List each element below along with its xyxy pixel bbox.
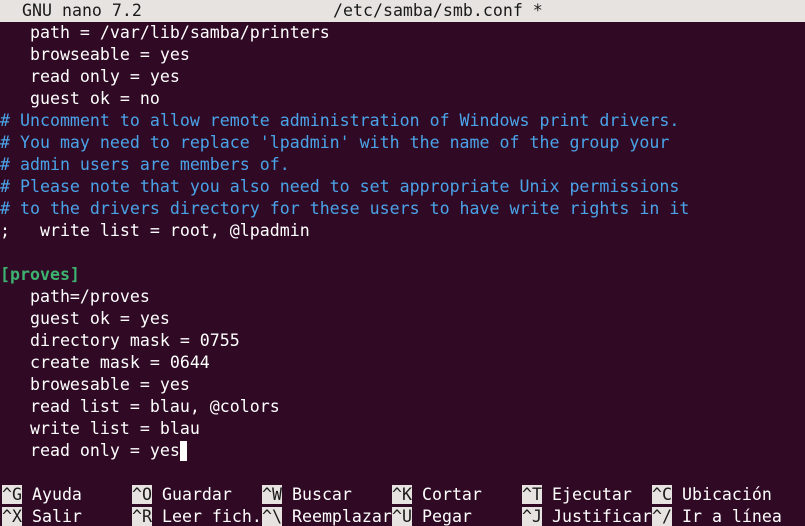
shortcut-bar: ^G Ayuda ^O Guardar ^W Buscar ^K Cortar ^T E… [0, 484, 805, 526]
line-text: [proves] [0, 265, 80, 284]
app-version: GNU nano 7.2 [22, 1, 142, 20]
comment-line[interactable]: # You may need to replace 'lpadmin' with… [0, 132, 805, 154]
shortcut-key: ^\ [262, 507, 282, 526]
config-line[interactable]: ; write list = root, @lpadmin [0, 220, 805, 242]
shortcut-row-2: ^X Salir ^R Leer fich. ^\ Reemplazar ^U Peg… [0, 506, 805, 526]
shortcut-key: ^O [132, 485, 152, 504]
shortcut-label: Ubicación [671, 485, 772, 504]
shortcut-row2-2[interactable]: ^\ Reemplazar [262, 506, 392, 526]
line-text: # Uncomment to allow remote administrati… [0, 111, 680, 130]
shortcut-row1-0[interactable]: ^G Ayuda [2, 484, 82, 506]
comment-line[interactable]: # to the drivers directory for these use… [0, 198, 805, 220]
config-line[interactable]: create mask = 0644 [0, 352, 805, 374]
shortcut-row1-4[interactable]: ^T Ejecutar [522, 484, 632, 506]
shortcut-key: ^K [392, 485, 412, 504]
config-line[interactable]: path = /var/lib/samba/printers [0, 22, 805, 44]
shortcut-label: Salir [21, 507, 82, 526]
line-text: path=/proves [0, 287, 150, 306]
line-text: # You may need to replace 'lpadmin' with… [0, 133, 670, 152]
shortcut-row2-1[interactable]: ^R Leer fich. [132, 506, 262, 526]
config-line[interactable]: guest ok = yes [0, 308, 805, 330]
shortcut-label: Buscar [281, 485, 352, 504]
editor-area[interactable]: path = /var/lib/samba/printers browseabl… [0, 22, 805, 462]
config-line[interactable]: browseable = yes [0, 44, 805, 66]
shortcut-key: ^W [262, 485, 282, 504]
shortcut-label: Ayuda [21, 485, 82, 504]
title-bar: GNU nano 7.2 /etc/samba/smb.conf * [0, 0, 805, 22]
line-text: guest ok = yes [0, 309, 170, 328]
line-text: read only = yes [0, 67, 180, 86]
shortcut-key: ^C [652, 485, 672, 504]
shortcut-label: Ir a línea [671, 507, 782, 526]
line-text: # Please note that you also need to set … [0, 177, 680, 196]
shortcut-label: Justificar [541, 507, 652, 526]
config-line[interactable]: directory mask = 0755 [0, 330, 805, 352]
shortcut-label: Guardar [151, 485, 232, 504]
shortcut-key: ^T [522, 485, 542, 504]
shortcut-label: Reemplazar [281, 507, 392, 526]
shortcut-row2-5[interactable]: ^/ Ir a línea [652, 506, 782, 526]
shortcut-key: ^J [522, 507, 542, 526]
shortcut-key: ^U [392, 507, 412, 526]
shortcut-row2-0[interactable]: ^X Salir [2, 506, 82, 526]
line-text: create mask = 0644 [0, 353, 210, 372]
line-text: read list = blau, @colors [0, 397, 280, 416]
line-text: guest ok = no [0, 89, 160, 108]
shortcut-key: ^/ [652, 507, 672, 526]
config-line[interactable]: read only = yes [0, 440, 805, 462]
config-line[interactable]: path=/proves [0, 286, 805, 308]
shortcut-label: Leer fich. [151, 507, 262, 526]
shortcut-label: Cortar [411, 485, 482, 504]
shortcut-label: Ejecutar [541, 485, 632, 504]
line-text: # admin users are members of. [0, 155, 290, 174]
shortcut-row1-1[interactable]: ^O Guardar [132, 484, 232, 506]
config-line[interactable]: browesable = yes [0, 374, 805, 396]
shortcut-key: ^X [2, 507, 22, 526]
shortcut-row1-2[interactable]: ^W Buscar [262, 484, 352, 506]
line-text: browesable = yes [0, 375, 190, 394]
config-line[interactable]: guest ok = no [0, 88, 805, 110]
shortcut-key: ^R [132, 507, 152, 526]
line-text: read only = yes [0, 441, 180, 460]
section-header[interactable]: [proves] [0, 264, 805, 286]
line-text: # to the drivers directory for these use… [0, 199, 690, 218]
config-line[interactable]: read only = yes [0, 66, 805, 88]
shortcut-label: Pegar [411, 507, 472, 526]
shortcut-row1-3[interactable]: ^K Cortar [392, 484, 482, 506]
shortcut-row2-3[interactable]: ^U Pegar [392, 506, 472, 526]
comment-line[interactable]: # Uncomment to allow remote administrati… [0, 110, 805, 132]
comment-line[interactable]: # Please note that you also need to set … [0, 176, 805, 198]
shortcut-row-1: ^G Ayuda ^O Guardar ^W Buscar ^K Cortar ^T E… [0, 484, 805, 506]
shortcut-row1-5[interactable]: ^C Ubicación [652, 484, 772, 506]
line-text: write list = blau [0, 419, 200, 438]
line-text: browseable = yes [0, 45, 190, 64]
line-text: ; write list = root, @lpadmin [0, 221, 310, 240]
shortcut-key: ^G [2, 485, 22, 504]
line-text: directory mask = 0755 [0, 331, 240, 350]
config-line[interactable]: read list = blau, @colors [0, 396, 805, 418]
line-text: path = /var/lib/samba/printers [0, 23, 330, 42]
text-cursor [179, 441, 187, 461]
comment-line[interactable]: # admin users are members of. [0, 154, 805, 176]
shortcut-row2-4[interactable]: ^J Justificar [522, 506, 652, 526]
config-line[interactable]: write list = blau [0, 418, 805, 440]
config-line[interactable] [0, 242, 805, 264]
file-path: /etc/samba/smb.conf * [333, 1, 543, 20]
